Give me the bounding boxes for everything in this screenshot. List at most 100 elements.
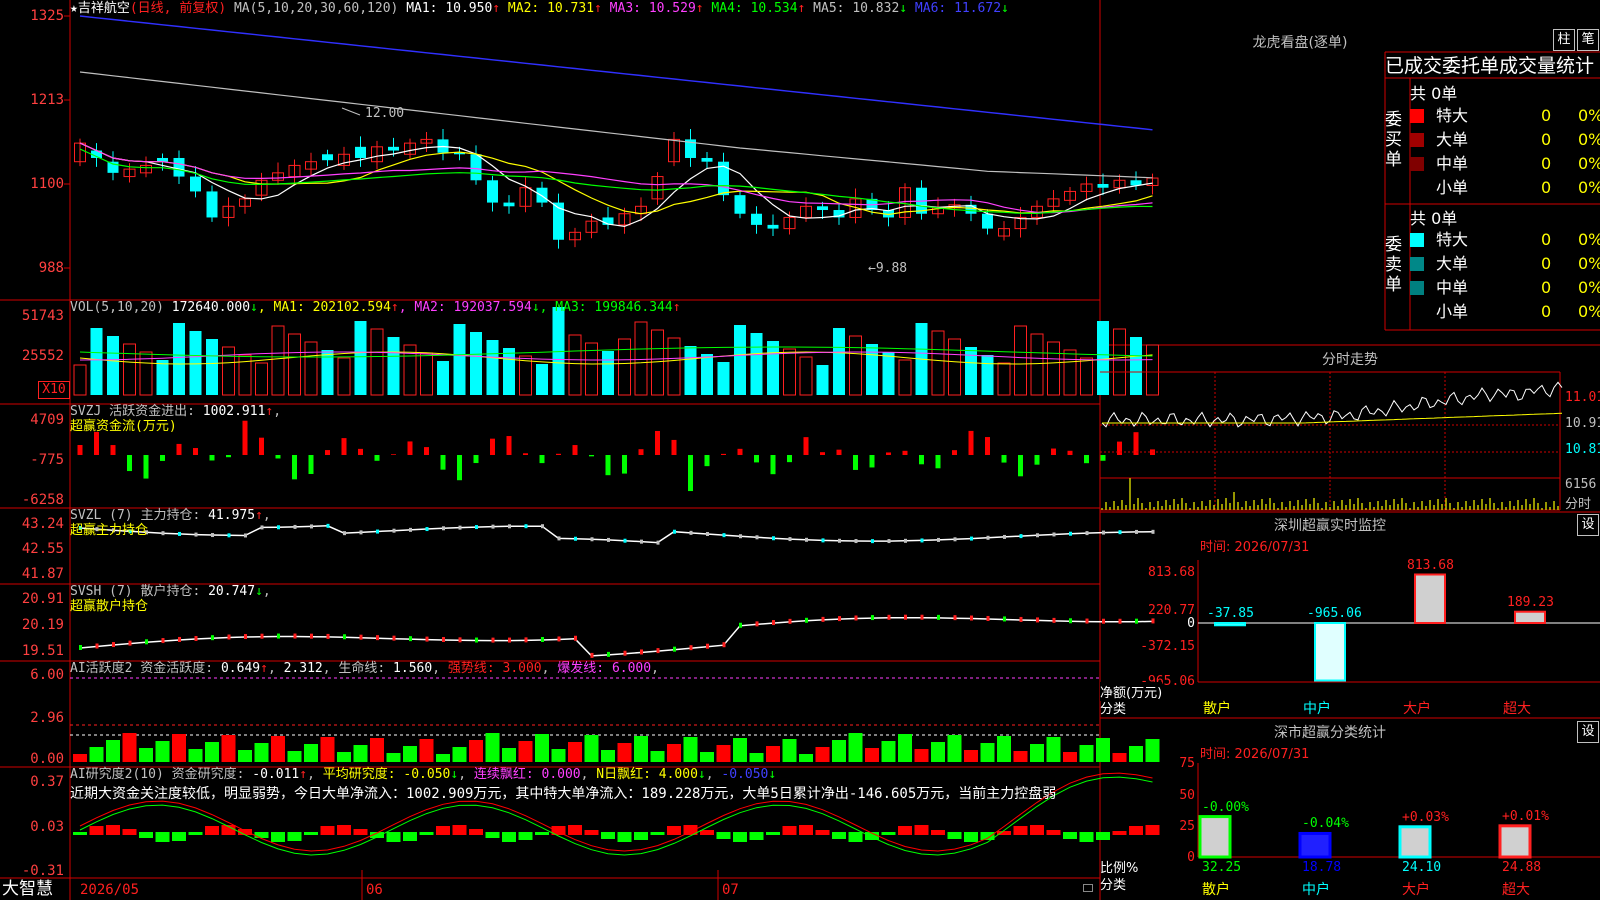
holding-dot: [970, 536, 973, 541]
vol-bar-down: [486, 340, 499, 395]
holding-dot: [458, 637, 462, 643]
color-swatch: [1410, 233, 1424, 247]
holding-dot: [722, 533, 726, 538]
star-icon[interactable]: ★: [70, 1, 78, 16]
intraday-vol-unit: 分时: [1565, 497, 1592, 512]
monitor-settings-button[interactable]: 设: [1577, 514, 1599, 536]
activity-bar: [799, 754, 813, 762]
holding-dot: [937, 537, 940, 542]
research-bar: [1030, 825, 1044, 835]
research-bar: [436, 826, 450, 835]
holding-dot: [953, 615, 957, 621]
vol-bar-up: [651, 329, 664, 396]
activity-bar: [947, 735, 962, 762]
activity-bar: [964, 750, 978, 762]
candle-down: [206, 191, 218, 218]
holding-dot: [541, 524, 544, 529]
holding-dot: [79, 645, 82, 650]
svsh-y-tick: 20.91: [21, 591, 64, 607]
vol-bar-down: [387, 337, 400, 395]
holding-dot: [986, 535, 990, 540]
holding-dot: [706, 532, 709, 537]
activity-bar: [667, 744, 681, 762]
vol-bar-up: [370, 328, 384, 396]
holding-dot: [739, 534, 742, 539]
activity-bar: [469, 740, 483, 762]
holding-dot: [689, 530, 693, 535]
research-bar: [271, 832, 285, 842]
classify-settings-button[interactable]: 设: [1577, 721, 1599, 743]
flow-bar: [292, 455, 297, 480]
holding-dot: [838, 538, 841, 543]
research-bar: [155, 832, 170, 842]
high-price-mark: 12.00: [365, 106, 405, 121]
holding-dot: [805, 617, 808, 623]
holding-dot: [1085, 618, 1089, 624]
activity-bar: [881, 741, 896, 762]
stock-name[interactable]: 吉祥航空: [78, 1, 130, 16]
vol-unit-button[interactable]: X10: [38, 381, 70, 399]
intraday-price-line: [1101, 381, 1563, 428]
holding-dot: [772, 536, 775, 541]
holding-dot: [458, 525, 462, 530]
activity-bar: [848, 733, 863, 762]
ma-value-1: MA1: 10.950↑: [406, 1, 501, 16]
vol-bar-down: [90, 328, 103, 395]
monitor-value-label: 189.23: [1507, 594, 1554, 610]
flow-bar: [209, 455, 215, 461]
vol-bar-up: [618, 338, 631, 396]
flow-bar: [605, 455, 611, 476]
flow-bar: [622, 455, 627, 474]
vol-bar-up: [783, 348, 796, 396]
activity-bar: [287, 751, 302, 762]
monitor-y-tick: -372.15: [1140, 639, 1195, 654]
holding-dot: [920, 538, 924, 543]
research-bar: [1063, 832, 1077, 839]
holding-dot: [1036, 533, 1039, 538]
research-bar: [139, 832, 153, 838]
ma1-line: [79, 142, 1153, 228]
research-bar: [485, 832, 500, 838]
order-row-1: 大单 0 0%: [1410, 128, 1600, 152]
holding-dot: [343, 531, 346, 536]
order-type: 特大: [1436, 106, 1469, 125]
vol-bar-up: [123, 343, 136, 396]
ma3-line: [79, 142, 1153, 214]
research-bar: [106, 825, 120, 835]
research-bar: [832, 832, 846, 839]
holding-dot: [376, 635, 379, 641]
research-bar: [89, 826, 104, 835]
holding-dot: [326, 633, 330, 639]
lock-icon[interactable]: [1083, 884, 1093, 892]
flow-bar: [1001, 455, 1007, 463]
activity-bar: [650, 751, 665, 762]
research-bar: [947, 832, 962, 839]
holding-dot: [194, 532, 198, 537]
bar-mode-button[interactable]: 柱: [1553, 29, 1575, 51]
order-percent: 0%: [1578, 278, 1600, 297]
flow-bar: [473, 455, 479, 464]
holding-dot: [821, 538, 825, 543]
holding-dot: [244, 634, 247, 640]
research-bar: [766, 832, 780, 835]
holding-dot: [442, 637, 445, 643]
chart-canvas[interactable]: [0, 0, 1600, 900]
holding-dot: [706, 643, 709, 649]
holding-dot: [986, 615, 990, 621]
vol-bar-up: [255, 362, 268, 396]
classify-value-label: 32.25: [1202, 860, 1242, 875]
chart-mode[interactable]: (日线, 前复权): [130, 1, 226, 16]
flow-bar: [820, 452, 825, 455]
classify-change-label: +0.01%: [1502, 808, 1549, 824]
activity-bar: [320, 737, 335, 762]
vol-bar-down: [437, 361, 449, 395]
holding-dot: [557, 636, 561, 642]
flow-bar: [787, 455, 792, 463]
holding-dot: [1036, 617, 1039, 623]
flow-bar: [226, 455, 231, 458]
order-type: 特大: [1436, 230, 1469, 249]
activity-bar: [914, 749, 929, 762]
pen-mode-button[interactable]: 笔: [1577, 29, 1599, 51]
order-stats-tabs[interactable]: 已成交委托单成交量统计: [1385, 54, 1600, 78]
ma-value-5: MA5: 10.832↓: [805, 1, 908, 16]
